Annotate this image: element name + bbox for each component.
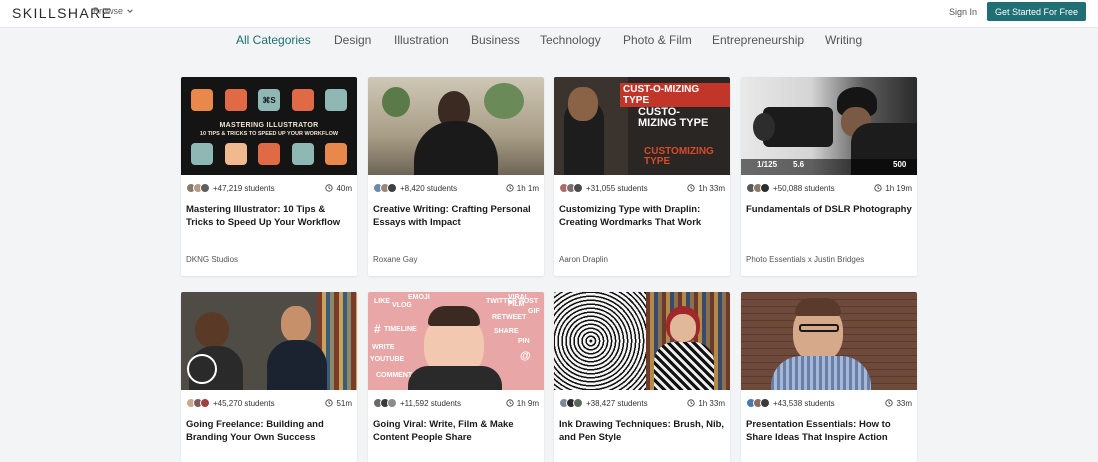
class-thumbnail <box>368 77 544 175</box>
student-avatars <box>373 398 397 408</box>
clock-icon <box>687 184 695 192</box>
duration: 1h 9m <box>506 399 539 408</box>
class-title[interactable]: Creative Writing: Crafting Personal Essa… <box>373 203 541 229</box>
student-count: +43,538 students <box>773 398 835 408</box>
clock-icon <box>506 184 514 192</box>
clock-icon <box>687 399 695 407</box>
class-title[interactable]: Going Viral: Write, Film & Make Content … <box>373 418 541 444</box>
student-count: +38,427 students <box>586 398 648 408</box>
class-card[interactable]: 1/125 5.6 500 +50,088 students 1h 19m Fu… <box>741 77 917 276</box>
clock-icon <box>885 399 894 407</box>
tab-design[interactable]: Design <box>334 33 371 47</box>
duration: 1h 33m <box>687 399 725 408</box>
class-thumbnail <box>554 292 730 390</box>
class-title[interactable]: Fundamentals of DSLR Photography <box>746 203 914 216</box>
class-thumbnail: LIKE VLOG EMOJI # TIMELINE WRITE YOUTUBE… <box>368 292 544 390</box>
class-card[interactable]: LIKE VLOG EMOJI # TIMELINE WRITE YOUTUBE… <box>368 292 544 462</box>
class-thumbnail <box>741 292 917 390</box>
clock-icon <box>325 399 334 407</box>
class-thumbnail: 1/125 5.6 500 <box>741 77 917 175</box>
duration: 33m <box>885 399 912 408</box>
duration: 51m <box>325 399 352 408</box>
student-avatars <box>186 398 210 408</box>
clock-icon <box>325 184 334 192</box>
class-card[interactable]: CUST-O-MIZING TYPE CUSTO-MIZING TYPE CUS… <box>554 77 730 276</box>
clock-icon <box>874 184 882 192</box>
tab-business[interactable]: Business <box>471 33 520 47</box>
tab-writing[interactable]: Writing <box>825 33 862 47</box>
student-avatars <box>746 398 770 408</box>
chevron-down-icon <box>127 9 133 13</box>
class-title[interactable]: Ink Drawing Techniques: Brush, Nib, and … <box>559 418 727 444</box>
sign-in-link[interactable]: Sign In <box>949 7 977 17</box>
class-card[interactable]: +43,538 students 33m Presentation Essent… <box>741 292 917 462</box>
duration: 1h 19m <box>874 184 912 193</box>
class-card[interactable]: +8,420 students 1h 1m Creative Writing: … <box>368 77 544 276</box>
tab-entrepreneurship[interactable]: Entrepreneurship <box>712 33 804 47</box>
class-thumbnail: CUST-O-MIZING TYPE CUSTO-MIZING TYPE CUS… <box>554 77 730 175</box>
teacher-name[interactable]: DKNG Studios <box>186 255 238 264</box>
top-navigation-bar: SKILLSHARE Browse Sign In Get Started Fo… <box>0 0 1098 28</box>
class-card[interactable]: ⌘S MASTERING ILLUSTRATOR 10 TIPS & TRICK… <box>181 77 357 276</box>
duration: 1h 33m <box>687 184 725 193</box>
student-count: +47,219 students <box>213 183 275 193</box>
student-count: +8,420 students <box>400 183 458 193</box>
class-title[interactable]: Customizing Type with Draplin: Creating … <box>559 203 727 229</box>
student-avatars <box>373 183 397 193</box>
duration: 1h 1m <box>506 184 539 193</box>
teacher-name[interactable]: Photo Essentials x Justin Bridges <box>746 255 864 264</box>
class-title[interactable]: Presentation Essentials: How to Share Id… <box>746 418 914 444</box>
student-count: +31,055 students <box>586 183 648 193</box>
class-title[interactable]: Mastering Illustrator: 10 Tips & Tricks … <box>186 203 354 229</box>
browse-menu[interactable]: Browse <box>93 6 134 16</box>
class-card[interactable]: +45,270 students 51m Going Freelance: Bu… <box>181 292 357 462</box>
student-avatars <box>559 398 583 408</box>
browse-label: Browse <box>93 6 124 16</box>
student-avatars <box>559 183 583 193</box>
tab-technology[interactable]: Technology <box>540 33 601 47</box>
student-count: +45,270 students <box>213 398 275 408</box>
tab-all-categories[interactable]: All Categories <box>236 33 311 47</box>
class-thumbnail <box>181 292 357 390</box>
tab-illustration[interactable]: Illustration <box>394 33 449 47</box>
student-avatars <box>186 183 210 193</box>
class-card[interactable]: +38,427 students 1h 33m Ink Drawing Tech… <box>554 292 730 462</box>
get-started-button[interactable]: Get Started For Free <box>987 2 1086 21</box>
class-title[interactable]: Going Freelance: Building and Branding Y… <box>186 418 354 444</box>
student-avatars <box>746 183 770 193</box>
tab-photo-film[interactable]: Photo & Film <box>623 33 692 47</box>
teacher-name[interactable]: Roxane Gay <box>373 255 417 264</box>
category-tabs: All Categories Design Illustration Busin… <box>0 33 1098 51</box>
student-count: +50,088 students <box>773 183 835 193</box>
clock-icon <box>506 399 514 407</box>
student-count: +11,592 students <box>400 398 462 408</box>
duration: 40m <box>325 184 352 193</box>
teacher-name[interactable]: Aaron Draplin <box>559 255 608 264</box>
class-thumbnail: ⌘S MASTERING ILLUSTRATOR 10 TIPS & TRICK… <box>181 77 357 175</box>
